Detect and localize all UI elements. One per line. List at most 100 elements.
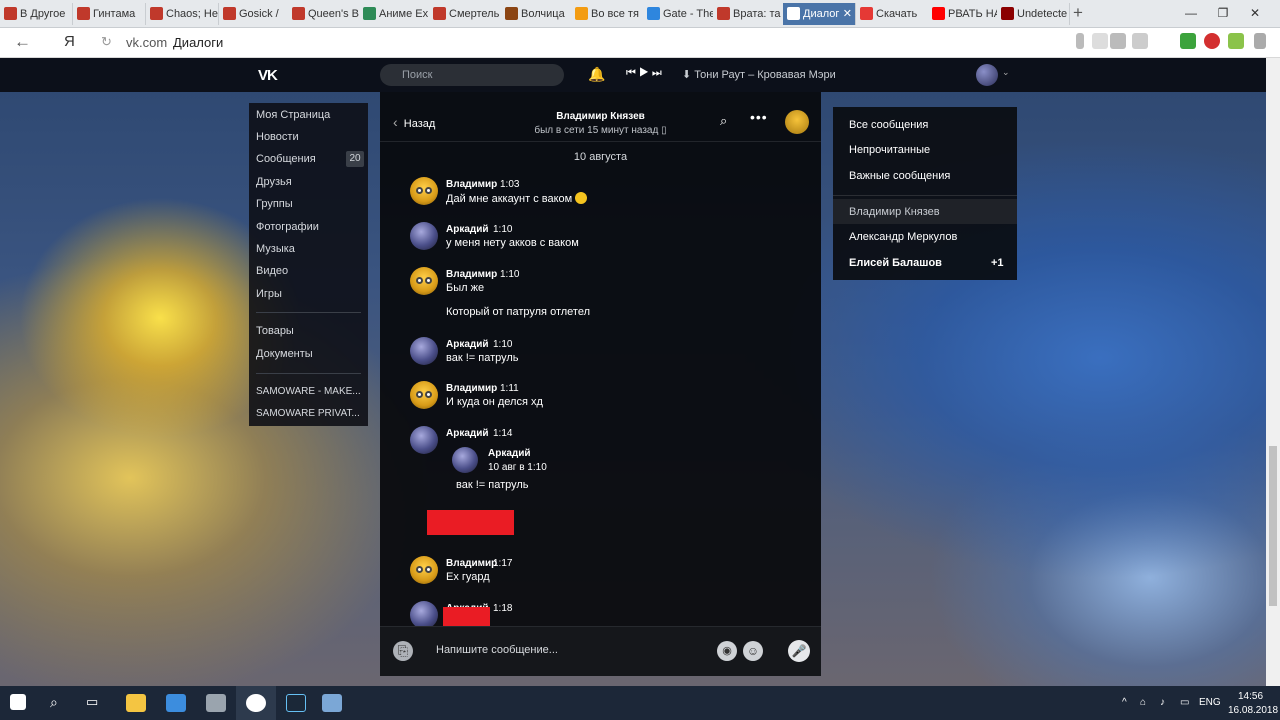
avatar[interactable] bbox=[410, 337, 438, 365]
app-icon[interactable] bbox=[322, 694, 342, 712]
nav-item-games[interactable]: Игры bbox=[256, 288, 282, 300]
forwarded-author[interactable]: Аркадий bbox=[488, 448, 531, 459]
new-tab-icon[interactable]: + bbox=[1068, 2, 1088, 24]
nav-item-friends[interactable]: Друзья bbox=[256, 176, 292, 188]
message-author[interactable]: Аркадий bbox=[446, 339, 489, 350]
file-explorer-icon[interactable] bbox=[126, 694, 146, 712]
audio-player-controls[interactable]: ⏮ ▶ ⏭ bbox=[626, 67, 662, 80]
reload-icon[interactable]: ↻ bbox=[101, 34, 112, 50]
clock-date[interactable]: 16.08.2018 bbox=[1228, 705, 1278, 716]
back-arrow-icon[interactable]: ← bbox=[14, 32, 31, 52]
chevron-up-icon[interactable]: ^ bbox=[1122, 697, 1127, 708]
browser-tab[interactable]: Gosick / bbox=[219, 3, 292, 25]
chevron-down-icon[interactable]: ⌄ bbox=[1002, 67, 1010, 78]
message-author[interactable]: Владимир bbox=[446, 558, 497, 569]
user-avatar[interactable] bbox=[976, 64, 998, 86]
message-time[interactable]: 1:10 bbox=[500, 269, 519, 280]
nav-item-messages[interactable]: Сообщения bbox=[256, 153, 316, 165]
dialog-item-unread[interactable]: Елисей Балашов bbox=[849, 257, 942, 269]
extension-icon[interactable] bbox=[1180, 33, 1196, 49]
browser-tab[interactable]: Во все тя bbox=[571, 3, 644, 25]
filter-all-messages[interactable]: Все сообщения bbox=[849, 119, 928, 131]
url-page-title[interactable]: Диалоги bbox=[173, 35, 223, 50]
nav-item-music[interactable]: Музыка bbox=[256, 243, 295, 255]
message-author[interactable]: Владимир bbox=[446, 383, 497, 394]
next-track-icon[interactable]: ⏭ bbox=[652, 67, 662, 79]
browser-tab[interactable]: Смертель bbox=[429, 3, 502, 25]
message-time[interactable]: 1:14 bbox=[493, 428, 512, 439]
store-icon[interactable] bbox=[166, 694, 186, 712]
restore-icon[interactable]: ❐ bbox=[1208, 2, 1238, 24]
bookmark-icon[interactable] bbox=[1132, 33, 1148, 49]
nav-item-video[interactable]: Видео bbox=[256, 265, 288, 277]
browser-tab[interactable]: В Другое bbox=[0, 3, 73, 25]
message-time[interactable]: 1:03 bbox=[500, 179, 519, 190]
forwarded-date[interactable]: 10 авг в 1:10 bbox=[488, 462, 547, 473]
message-author[interactable]: Владимир bbox=[446, 269, 497, 280]
filter-unread[interactable]: Непрочитанные bbox=[849, 144, 930, 156]
nav-item-documents[interactable]: Документы bbox=[256, 348, 313, 360]
play-icon[interactable]: ▶ bbox=[639, 67, 649, 79]
minimize-icon[interactable]: — bbox=[1176, 2, 1206, 24]
input-language[interactable]: ENG bbox=[1199, 697, 1221, 708]
url-host[interactable]: vk.com bbox=[126, 35, 167, 50]
page-scrollbar[interactable] bbox=[1266, 58, 1280, 686]
avatar[interactable] bbox=[410, 177, 438, 205]
paperclip-icon[interactable]: ⎘ bbox=[393, 641, 413, 661]
nav-item-community[interactable]: SAMOWARE PRIVAT... bbox=[256, 408, 360, 419]
previous-track-icon[interactable]: ⏮ bbox=[626, 67, 636, 79]
vk-logo[interactable]: VK bbox=[258, 67, 278, 84]
browser-tab[interactable]: Аниме Ex bbox=[359, 3, 432, 25]
download-icon[interactable] bbox=[1254, 33, 1266, 49]
message-time[interactable]: 1:10 bbox=[493, 224, 512, 235]
message-author[interactable]: Аркадий bbox=[446, 428, 489, 439]
message-time[interactable]: 1:11 bbox=[500, 383, 519, 394]
current-track[interactable]: ⬇ Тони Раут – Кровавая Мэри bbox=[682, 68, 836, 81]
scrollbar-thumb[interactable] bbox=[1269, 446, 1277, 606]
avatar[interactable] bbox=[410, 601, 438, 626]
download-track-icon[interactable]: ⬇ bbox=[682, 69, 691, 81]
volume-icon[interactable]: ♪ bbox=[1160, 697, 1165, 708]
filter-important[interactable]: Важные сообщения bbox=[849, 170, 950, 182]
camera-icon[interactable]: ◉ bbox=[717, 641, 737, 661]
browser-tab-active[interactable]: Диалог ✕ bbox=[783, 3, 856, 25]
browser-tab[interactable]: РВАТЬ НА bbox=[928, 3, 1001, 25]
forwarded-avatar[interactable] bbox=[452, 447, 478, 473]
avatar[interactable] bbox=[410, 426, 438, 454]
close-tab-icon[interactable]: ✕ bbox=[843, 3, 852, 25]
steam-icon[interactable] bbox=[286, 694, 306, 712]
nav-item-goods[interactable]: Товары bbox=[256, 325, 294, 337]
app-icon[interactable] bbox=[206, 694, 226, 712]
browser-tab[interactable]: Волчица bbox=[501, 3, 574, 25]
message-author[interactable]: Аркадий bbox=[446, 224, 489, 235]
nav-item-news[interactable]: Новости bbox=[256, 131, 299, 143]
avatar[interactable] bbox=[410, 381, 438, 409]
avatar[interactable] bbox=[410, 222, 438, 250]
reader-icon[interactable] bbox=[1110, 33, 1126, 49]
browser-tab[interactable]: Скачать bbox=[856, 3, 929, 25]
dialog-item[interactable]: Александр Меркулов bbox=[849, 231, 957, 243]
nav-item-my-page[interactable]: Моя Страница bbox=[256, 109, 330, 121]
windows-start-icon[interactable] bbox=[10, 694, 26, 710]
extension-icon[interactable] bbox=[1228, 33, 1244, 49]
message-author[interactable]: Владимир bbox=[446, 179, 497, 190]
message-time[interactable]: 1:17 bbox=[493, 558, 512, 569]
search-icon[interactable]: ⌕ bbox=[720, 113, 727, 129]
battery-icon[interactable]: ▭ bbox=[1180, 697, 1189, 708]
browser-tab[interactable]: Гинтама bbox=[73, 3, 146, 25]
close-window-icon[interactable]: ✕ bbox=[1240, 2, 1270, 24]
pin-icon[interactable] bbox=[1092, 33, 1108, 49]
message-input[interactable]: Напишите сообщение... bbox=[436, 644, 558, 656]
avatar[interactable] bbox=[410, 556, 438, 584]
nav-item-photos[interactable]: Фотографии bbox=[256, 221, 319, 233]
nav-item-groups[interactable]: Группы bbox=[256, 198, 293, 210]
message-time[interactable]: 1:18 bbox=[493, 603, 512, 614]
dialog-item-selected[interactable]: Владимир Князев bbox=[849, 206, 940, 218]
adblock-icon[interactable] bbox=[1204, 33, 1220, 49]
smile-icon[interactable]: ☺ bbox=[743, 641, 763, 661]
task-view-icon[interactable]: ▭ bbox=[86, 694, 106, 712]
yandex-browser-taskbar-button[interactable] bbox=[236, 686, 276, 720]
browser-tab[interactable]: Queen's B bbox=[288, 3, 361, 25]
message-time[interactable]: 1:10 bbox=[493, 339, 512, 350]
browser-tab[interactable]: Gate - The bbox=[643, 3, 716, 25]
